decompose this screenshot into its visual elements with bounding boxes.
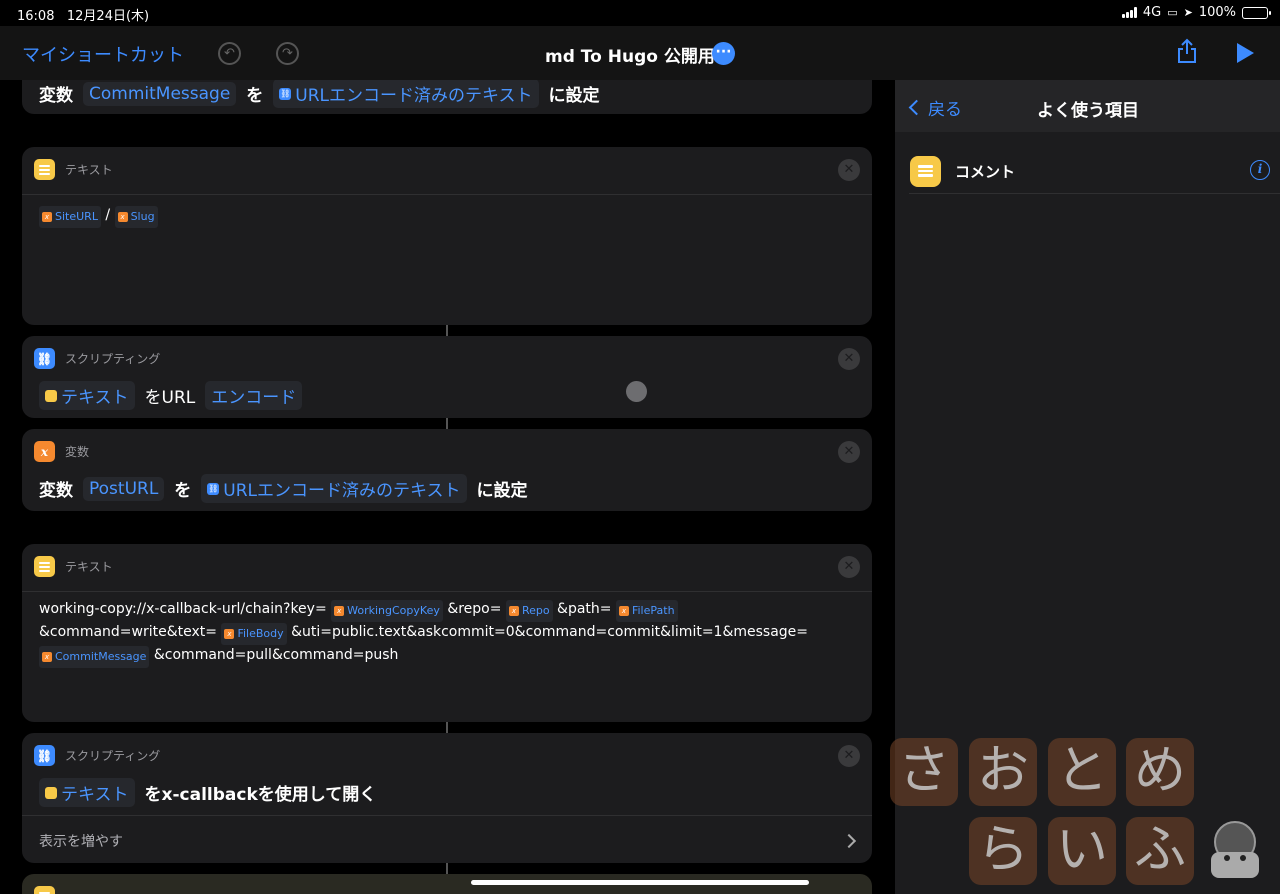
text-content[interactable]: x SiteURL / x Slug: [39, 205, 852, 228]
remove-action-icon[interactable]: ✕: [838, 441, 860, 463]
open-label: をx-callbackを使用して開く: [144, 785, 377, 805]
text-icon: [45, 786, 57, 799]
set-variable-row: 変数 PostURL を ⛓ URLエンコード済みのテキスト に設定: [39, 474, 528, 503]
watermark-tile: ら: [969, 817, 1037, 885]
more-options-icon[interactable]: ···: [712, 42, 735, 65]
particle-label: を: [174, 481, 192, 501]
remove-action-icon[interactable]: ✕: [838, 348, 860, 370]
link-icon: ⛓: [207, 482, 220, 495]
suffix-label: に設定: [548, 86, 600, 106]
shortcut-editor: 変数 CommitMessage を ⛓ URLエンコード済みのテキスト に設定 …: [0, 80, 893, 894]
top-navigation: マイショートカット ↶ ↷ md To Hugo 公開用 ···: [0, 26, 1280, 80]
comment-icon: [910, 155, 941, 187]
open-row: テキスト をx-callbackを使用して開く: [39, 778, 376, 807]
card-title: 変数: [65, 445, 90, 459]
open-x-callback-action[interactable]: ⛓ スクリプティング ✕ テキスト をx-callbackを使用して開く 表示を…: [22, 733, 872, 863]
sidebar-item-comment[interactable]: コメント i: [910, 147, 1270, 195]
sidebar-title: よく使う項目: [1037, 101, 1139, 121]
home-indicator[interactable]: [471, 880, 809, 885]
particle-label: を: [246, 86, 264, 106]
mode-token[interactable]: エンコード: [205, 381, 303, 410]
variable-token[interactable]: x Repo: [505, 600, 553, 622]
card-title: テキスト: [65, 163, 113, 177]
text-action-site-url[interactable]: テキスト ✕ x SiteURL / x Slug: [22, 147, 872, 325]
set-variable-commit-action[interactable]: 変数 CommitMessage を ⛓ URLエンコード済みのテキスト に設定: [22, 80, 872, 114]
text-icon: [34, 886, 55, 894]
link-icon: ⛓: [34, 745, 55, 766]
touch-indicator: [626, 381, 647, 402]
encode-label: をURL: [144, 388, 196, 408]
card-header: テキスト: [34, 556, 113, 577]
signal-icon: [1121, 7, 1137, 18]
show-more-button[interactable]: 表示を増やす: [39, 831, 123, 851]
text-action-callback-url[interactable]: テキスト ✕ working-copy://x-callback-url/cha…: [22, 544, 872, 722]
link-icon: ⛓: [34, 348, 55, 369]
sidebar-back-button[interactable]: 戻る: [908, 95, 962, 120]
watermark-tile: さ: [890, 738, 958, 806]
card-header: x 変数: [34, 441, 89, 462]
status-bar: 16:08 12月24日(木) 4G ▭ ➤ 100%: [0, 0, 1280, 26]
undo-icon[interactable]: ↶: [218, 42, 241, 65]
watermark-tile: い: [1048, 817, 1116, 885]
airplay-icon: ▭: [1167, 6, 1178, 19]
variable-token[interactable]: x FilePath: [615, 600, 678, 622]
watermark-tile: と: [1048, 738, 1116, 806]
variable-name-token[interactable]: CommitMessage: [83, 81, 237, 106]
variable-token[interactable]: x CommitMessage: [39, 646, 150, 668]
variable-token[interactable]: x FileBody: [221, 623, 287, 645]
network-label: 4G: [1142, 5, 1162, 20]
watermark-tile: め: [1126, 738, 1194, 806]
card-title: テキスト: [65, 560, 113, 574]
remove-action-icon[interactable]: ✕: [838, 556, 860, 578]
status-right: 4G ▭ ➤ 100%: [1121, 5, 1271, 20]
chevron-left-icon: [908, 99, 925, 116]
suffix-label: に設定: [476, 481, 528, 501]
set-variable-post-url-action[interactable]: x 変数 ✕ 変数 PostURL を ⛓ URLエンコード済みのテキスト に設定: [22, 429, 872, 511]
text-icon: [45, 389, 57, 402]
variable-token[interactable]: x WorkingCopyKey: [331, 600, 443, 622]
variable-token[interactable]: x SiteURL: [39, 206, 101, 228]
my-shortcuts-back-button[interactable]: マイショートカット: [22, 41, 184, 67]
value-token[interactable]: ⛓ URLエンコード済みのテキスト: [273, 80, 539, 108]
input-token[interactable]: テキスト: [39, 381, 135, 410]
text-content[interactable]: working-copy://x-callback-url/chain?key=…: [39, 599, 852, 668]
card-title: スクリプティング: [65, 352, 161, 366]
card-header: ⛓ スクリプティング: [34, 348, 160, 369]
share-icon[interactable]: [1176, 38, 1198, 64]
encode-row: テキスト をURL エンコード: [39, 381, 303, 410]
remove-action-icon[interactable]: ✕: [838, 745, 860, 767]
set-variable-row: 変数 CommitMessage を ⛓ URLエンコード済みのテキスト に設定: [39, 80, 600, 108]
variable-label: 変数: [39, 481, 73, 501]
card-header: ⛓ スクリプティング: [34, 745, 160, 766]
url-encode-action[interactable]: ⛓ スクリプティング ✕ テキスト をURL エンコード: [22, 336, 872, 418]
variable-icon: x: [34, 441, 55, 462]
shortcut-title[interactable]: md To Hugo 公開用: [545, 42, 715, 67]
text-icon: [34, 159, 55, 180]
remove-action-icon[interactable]: ✕: [838, 159, 860, 181]
status-time: 16:08 12月24日(木): [17, 9, 150, 24]
run-icon[interactable]: [1237, 43, 1254, 63]
link-icon: ⛓: [279, 87, 292, 100]
battery-icon: [1242, 6, 1271, 19]
location-icon: ➤: [1183, 6, 1193, 19]
card-header: テキスト: [34, 159, 113, 180]
variable-label: 変数: [39, 86, 73, 106]
sidebar-header: 戻る よく使う項目: [895, 80, 1280, 132]
variable-name-token[interactable]: PostURL: [83, 476, 165, 501]
mascot-icon: [1211, 821, 1259, 878]
card-header: [34, 886, 55, 894]
value-token[interactable]: ⛓ URLエンコード済みのテキスト: [201, 474, 467, 503]
variable-token[interactable]: x Slug: [114, 206, 158, 228]
chevron-right-icon[interactable]: [841, 833, 857, 849]
text-icon: [34, 556, 55, 577]
info-icon[interactable]: i: [1250, 160, 1270, 180]
separator-text: /: [105, 207, 111, 223]
watermark-tile: お: [969, 738, 1037, 806]
sidebar-item-label: コメント: [955, 162, 1016, 181]
redo-icon[interactable]: ↷: [276, 42, 299, 65]
battery-label: 100%: [1198, 5, 1236, 20]
card-title: スクリプティング: [65, 749, 161, 763]
watermark-tile: ふ: [1126, 817, 1194, 885]
input-token[interactable]: テキスト: [39, 778, 135, 807]
